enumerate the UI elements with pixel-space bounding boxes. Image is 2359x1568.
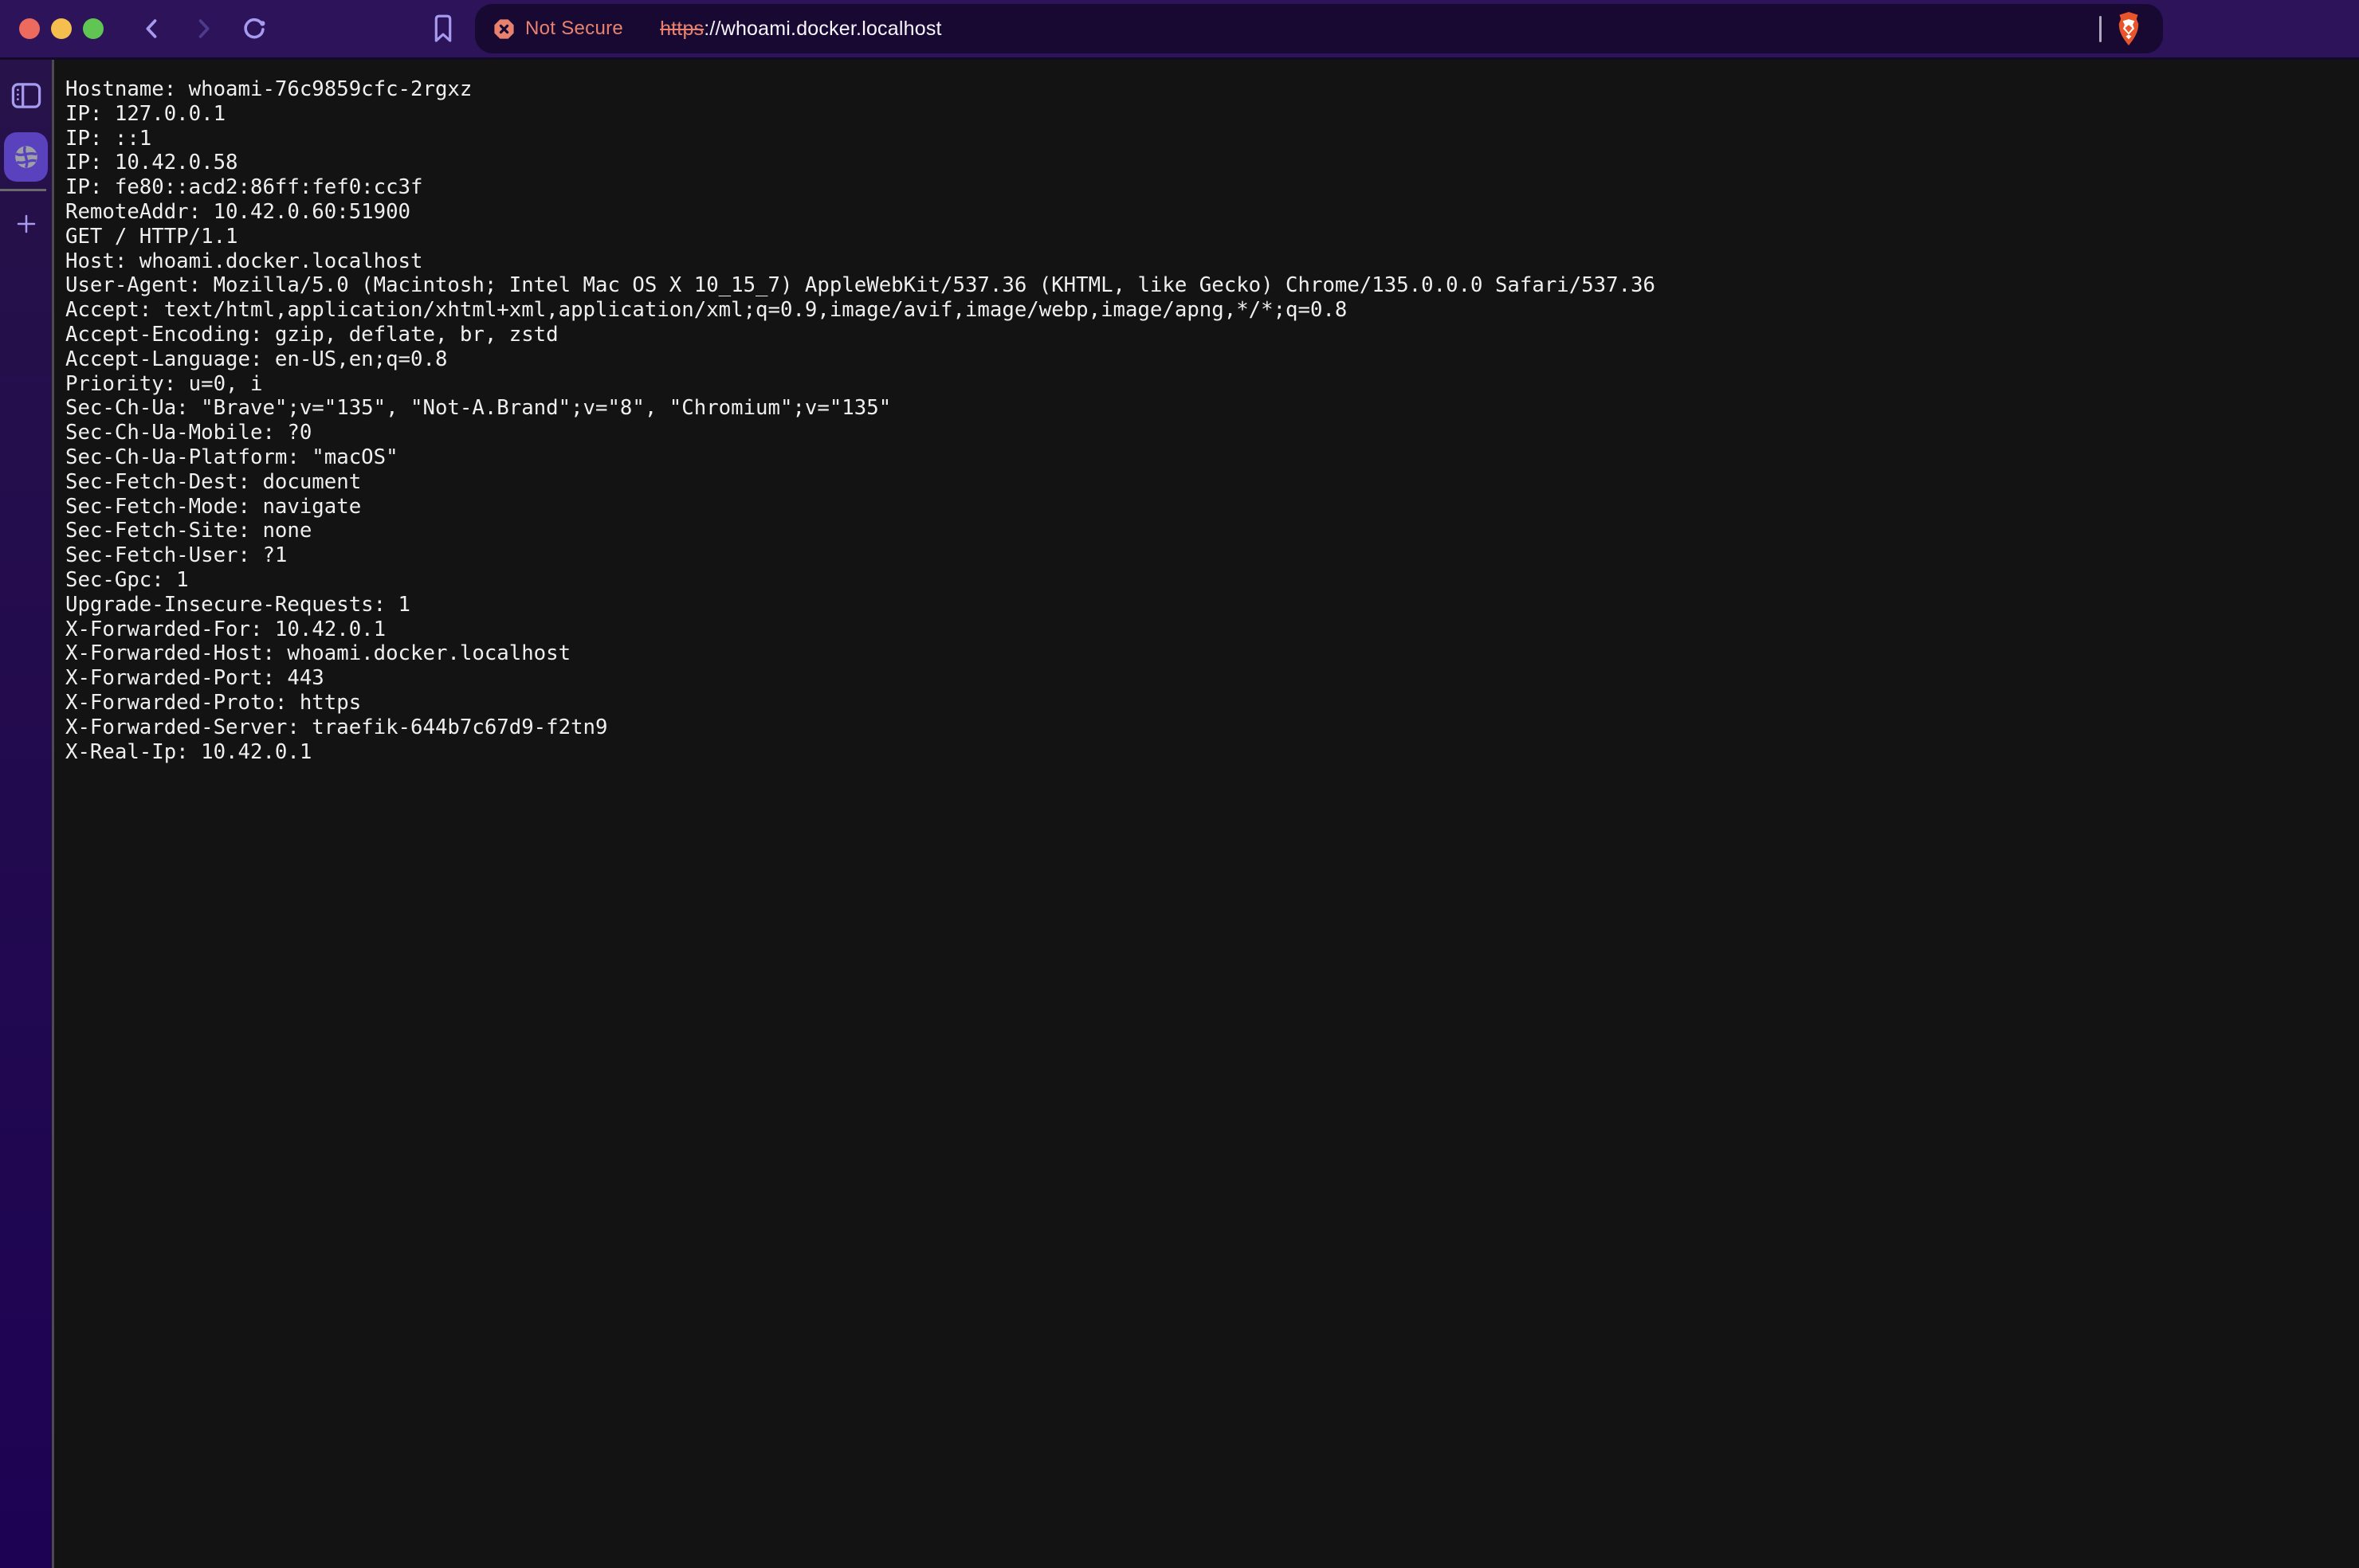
bookmark-button[interactable] (427, 11, 459, 46)
not-secure-label: Not Secure (525, 18, 623, 40)
page-content: Hostname: whoami-76c9859cfc-2rgxz IP: 12… (54, 60, 2359, 1568)
plus-icon (14, 212, 38, 236)
not-secure-octagon-icon (493, 18, 516, 41)
back-button[interactable] (137, 14, 167, 44)
forward-button[interactable] (188, 14, 218, 44)
vertical-tabs-sidebar (0, 60, 52, 1568)
zoom-window-button[interactable] (83, 18, 104, 39)
sidebar-toggle-button[interactable] (10, 80, 42, 112)
url-text: https://whoami.docker.localhost (660, 18, 942, 41)
forward-icon (190, 15, 217, 42)
browser-window: Not Secure https://whoami.docker.localho… (0, 0, 2359, 1568)
urlbar-divider (2099, 16, 2102, 42)
new-tab-button[interactable] (14, 211, 39, 237)
globe-icon (12, 143, 41, 171)
address-bar[interactable]: Not Secure https://whoami.docker.localho… (475, 4, 2163, 53)
reload-button[interactable] (239, 14, 269, 44)
brave-shields-button[interactable] (2112, 10, 2145, 47)
browser-body: Hostname: whoami-76c9859cfc-2rgxz IP: 12… (0, 60, 2359, 1568)
response-text: Hostname: whoami-76c9859cfc-2rgxz IP: 12… (54, 60, 2359, 764)
sidebar-divider (0, 189, 46, 191)
active-tab-whoami[interactable] (4, 132, 48, 182)
window-controls (19, 18, 104, 39)
navigation-buttons (137, 14, 269, 44)
url-host: whoami.docker.localhost (721, 18, 942, 40)
close-window-button[interactable] (19, 18, 40, 39)
browser-topbar: Not Secure https://whoami.docker.localho… (0, 0, 2359, 60)
brave-shield-icon (2112, 10, 2145, 47)
bookmark-icon (433, 14, 453, 44)
reload-icon (240, 14, 269, 43)
minimize-window-button[interactable] (51, 18, 72, 39)
back-icon (139, 15, 166, 42)
url-scheme: https (660, 18, 704, 40)
sidebar-toggle-icon (10, 80, 42, 111)
url-separator: :// (704, 18, 720, 40)
